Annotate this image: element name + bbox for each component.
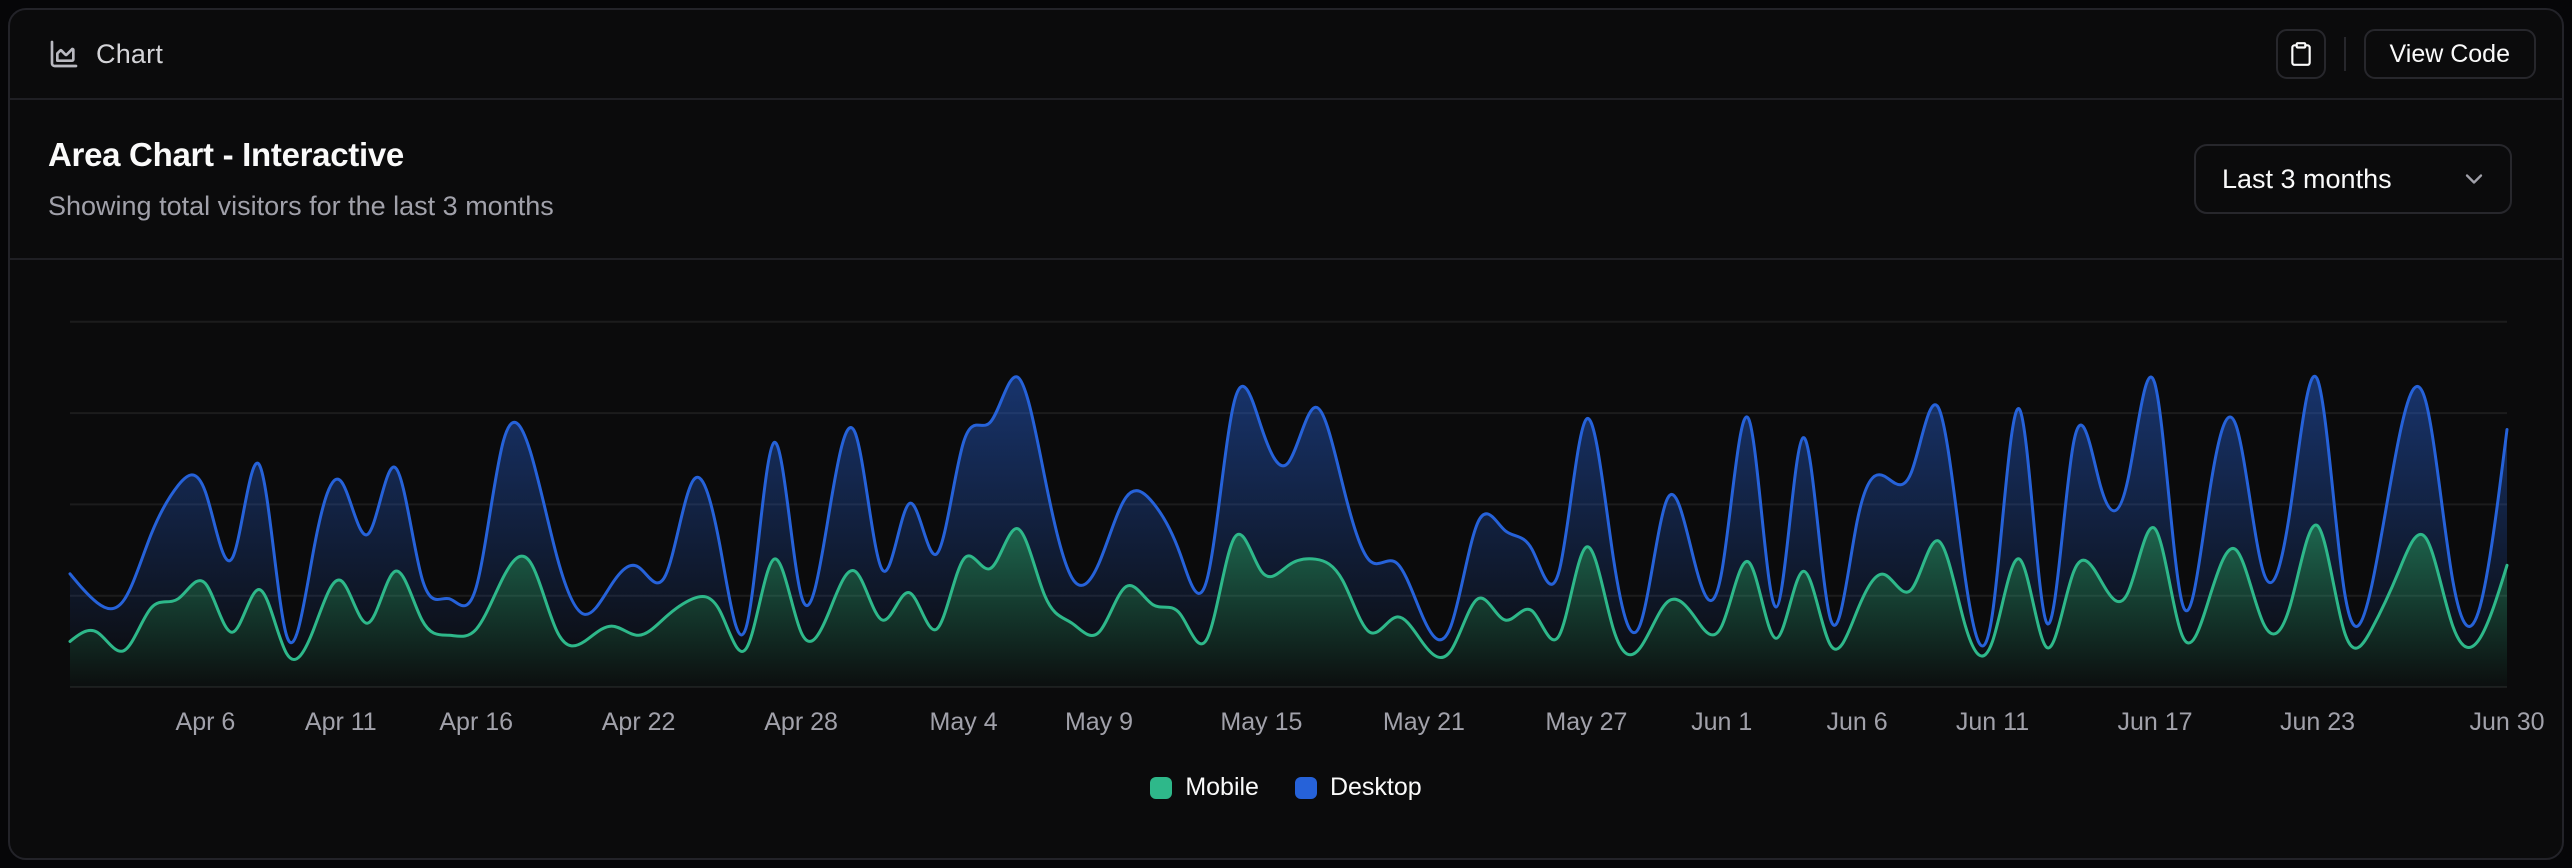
card-header-text: Area Chart - Interactive Showing total v… xyxy=(48,136,554,222)
x-axis-tick: Jun 1 xyxy=(1691,708,1752,736)
x-axis-tick: Jun 11 xyxy=(1956,708,2029,736)
legend-label-mobile: Mobile xyxy=(1185,773,1259,802)
chart-legend: Mobile Desktop xyxy=(10,773,2562,802)
chart-area-icon xyxy=(48,38,80,70)
x-axis-tick: Apr 28 xyxy=(764,708,838,736)
toolbar-label: Chart xyxy=(96,39,163,70)
legend-item-desktop: Desktop xyxy=(1295,773,1422,802)
x-axis-tick: Jun 17 xyxy=(2117,708,2192,736)
x-axis-tick: Apr 11 xyxy=(305,708,377,736)
page-title: Area Chart - Interactive xyxy=(48,136,554,174)
view-code-button[interactable]: View Code xyxy=(2364,29,2536,79)
chevron-down-icon xyxy=(2460,165,2488,193)
x-axis-tick: May 4 xyxy=(930,708,998,736)
legend-label-desktop: Desktop xyxy=(1330,773,1422,802)
chart-area: Apr 6 Apr 11 Apr 16 Apr 22 Apr 28 May 4 May 9 M… xyxy=(10,260,2562,860)
x-axis-tick: May 21 xyxy=(1383,708,1465,736)
chart-card: Chart View Code Area Chart - Interactive… xyxy=(8,8,2564,860)
clipboard-icon xyxy=(2288,41,2314,67)
x-axis-tick: Apr 16 xyxy=(439,708,513,736)
mobile-swatch-icon xyxy=(1150,777,1172,799)
time-range-value: Last 3 months xyxy=(2222,164,2392,195)
x-axis-tick: May 9 xyxy=(1065,708,1133,736)
page-subtitle: Showing total visitors for the last 3 mo… xyxy=(48,191,554,222)
toolbar: Chart View Code xyxy=(10,10,2562,100)
copy-code-button[interactable] xyxy=(2276,29,2326,79)
card-header: Area Chart - Interactive Showing total v… xyxy=(10,100,2562,260)
toolbar-actions: View Code xyxy=(2276,29,2536,79)
toolbar-separator xyxy=(2344,37,2346,71)
toolbar-chart-tab: Chart xyxy=(48,38,163,70)
x-axis-tick: Jun 6 xyxy=(1827,708,1888,736)
area-chart[interactable]: Apr 6 Apr 11 Apr 16 Apr 22 Apr 28 May 4 May 9 M… xyxy=(10,262,2562,742)
x-axis-tick: Jun 30 xyxy=(2469,708,2544,736)
x-axis-tick: May 15 xyxy=(1220,708,1302,736)
x-axis-tick: Jun 23 xyxy=(2280,708,2355,736)
time-range-select[interactable]: Last 3 months xyxy=(2194,144,2512,214)
x-axis-tick: Apr 6 xyxy=(176,708,236,736)
desktop-swatch-icon xyxy=(1295,777,1317,799)
x-axis-tick: May 27 xyxy=(1545,708,1627,736)
x-axis-tick: Apr 22 xyxy=(602,708,676,736)
legend-item-mobile: Mobile xyxy=(1150,773,1259,802)
